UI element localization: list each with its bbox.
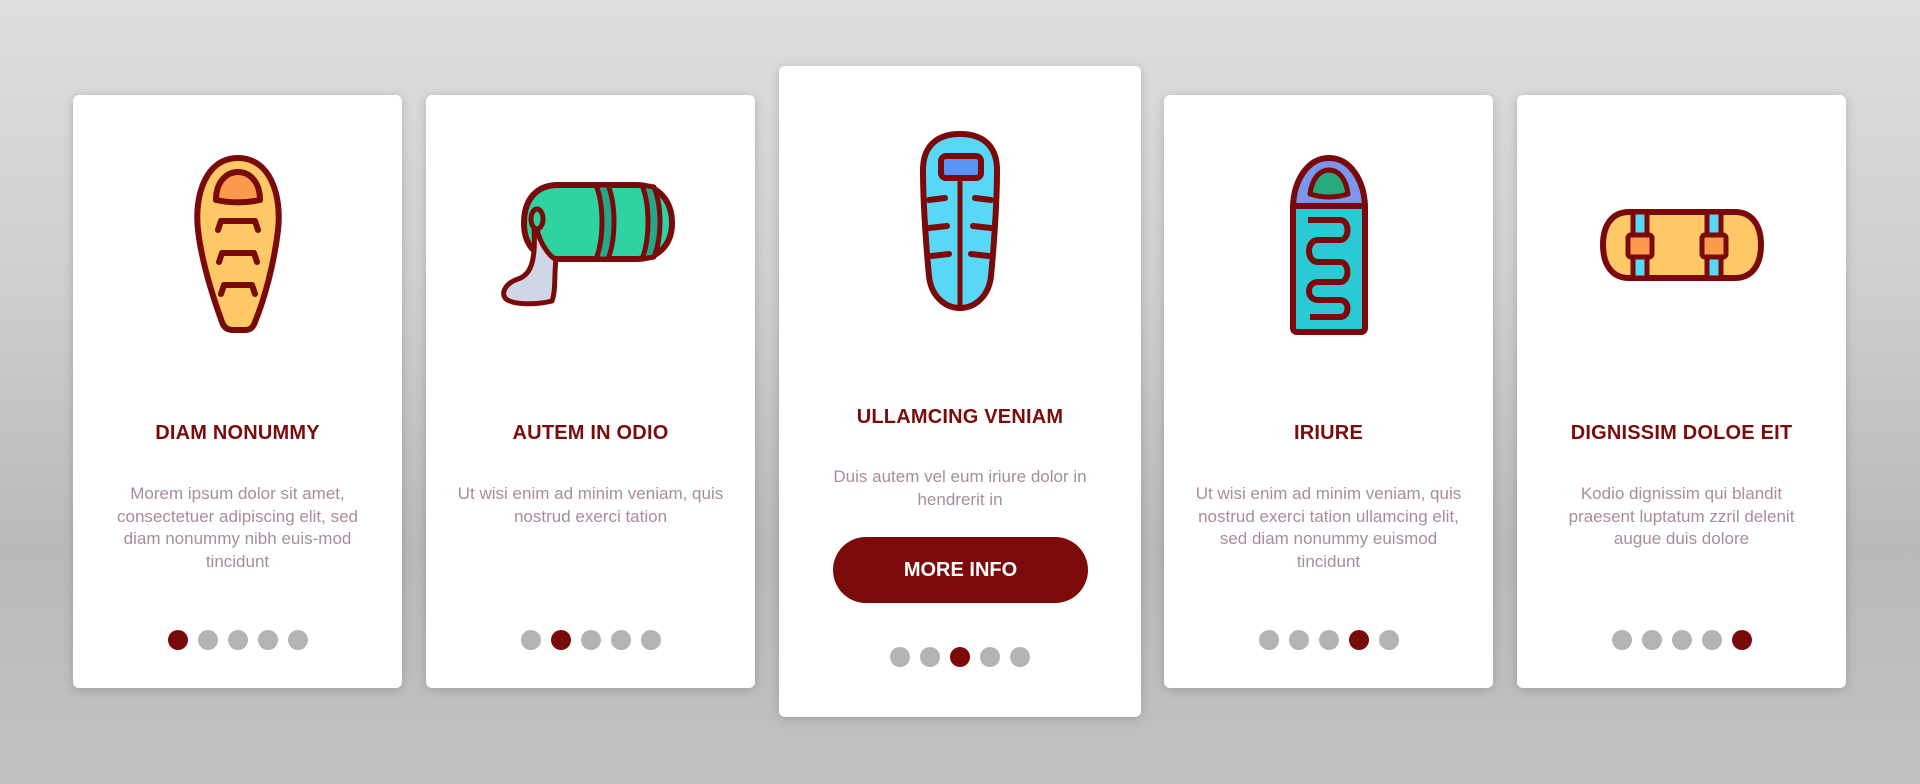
card-description: Duis autem vel eum iriure dolor in hendr… bbox=[833, 467, 1087, 509]
page-dot-5[interactable] bbox=[640, 630, 661, 650]
more-info-button[interactable]: MORE INFO bbox=[833, 537, 1088, 603]
page-dot-2[interactable] bbox=[920, 647, 940, 667]
page-dot-5[interactable] bbox=[1378, 630, 1399, 650]
page-dot-3[interactable] bbox=[580, 630, 601, 650]
onboarding-card-2: AUTEM IN ODIO Ut wisi enim ad minim veni… bbox=[426, 95, 755, 688]
page-dot-1[interactable] bbox=[890, 647, 910, 667]
card-title: DIAM NONUMMY bbox=[155, 422, 320, 444]
page-dot-2[interactable] bbox=[197, 630, 218, 650]
card-title: ULLAMCING VENIAM bbox=[856, 406, 1064, 428]
page-dot-4[interactable] bbox=[980, 647, 1000, 667]
page-dot-4[interactable] bbox=[257, 630, 278, 650]
zipper-sleeping-bag-icon bbox=[779, 126, 1141, 316]
rolled-sleeping-bag-icon bbox=[426, 150, 755, 340]
page-dot-5[interactable] bbox=[1010, 647, 1030, 667]
page-dot-2[interactable] bbox=[550, 630, 571, 650]
page-dot-3[interactable] bbox=[1671, 630, 1692, 650]
pagination-dots bbox=[73, 630, 402, 650]
page-dot-5[interactable] bbox=[1731, 630, 1752, 650]
page-dot-5[interactable] bbox=[287, 630, 308, 650]
page-dot-4[interactable] bbox=[610, 630, 631, 650]
page-dot-1[interactable] bbox=[1258, 630, 1279, 650]
strapped-sleeping-mat-icon bbox=[1517, 150, 1846, 340]
page-dot-3[interactable] bbox=[950, 647, 970, 667]
page-dot-1[interactable] bbox=[1611, 630, 1632, 650]
page-dot-3[interactable] bbox=[1318, 630, 1339, 650]
onboarding-card-4: IRIURE Ut wisi enim ad minim veniam, qui… bbox=[1164, 95, 1493, 688]
page-dot-1[interactable] bbox=[520, 630, 541, 650]
onboarding-card-3: ULLAMCING VENIAM Duis autem vel eum iriu… bbox=[779, 66, 1141, 717]
pagination-dots bbox=[1517, 630, 1846, 650]
pagination-dots bbox=[1164, 630, 1493, 650]
hooded-sleeping-bag-icon bbox=[1164, 150, 1493, 340]
page-dot-1[interactable] bbox=[167, 630, 188, 650]
card-description: Ut wisi enim ad minim veniam, quis nostr… bbox=[457, 484, 724, 526]
page-dot-4[interactable] bbox=[1701, 630, 1722, 650]
onboarding-card-5: DIGNISSIM DOLOE EIT Kodio dignissim qui … bbox=[1517, 95, 1846, 688]
onboarding-card-1: DIAM NONUMMY Morem ipsum dolor sit amet,… bbox=[73, 95, 402, 688]
card-description: Kodio dignissim qui blandit praesent lup… bbox=[1568, 484, 1795, 548]
page-dot-3[interactable] bbox=[227, 630, 248, 650]
pagination-dots bbox=[426, 630, 755, 650]
pagination-dots bbox=[779, 647, 1141, 667]
card-title: AUTEM IN ODIO bbox=[512, 422, 669, 444]
mummy-sleeping-bag-icon bbox=[73, 150, 402, 340]
page-dot-4[interactable] bbox=[1348, 630, 1369, 650]
card-description: Ut wisi enim ad minim veniam, quis nostr… bbox=[1195, 484, 1462, 571]
card-title: IRIURE bbox=[1294, 422, 1363, 444]
card-title: DIGNISSIM DOLOE EIT bbox=[1570, 422, 1793, 444]
page-dot-2[interactable] bbox=[1641, 630, 1662, 650]
page-dot-2[interactable] bbox=[1288, 630, 1309, 650]
card-description: Morem ipsum dolor sit amet, consectetuer… bbox=[117, 484, 358, 571]
